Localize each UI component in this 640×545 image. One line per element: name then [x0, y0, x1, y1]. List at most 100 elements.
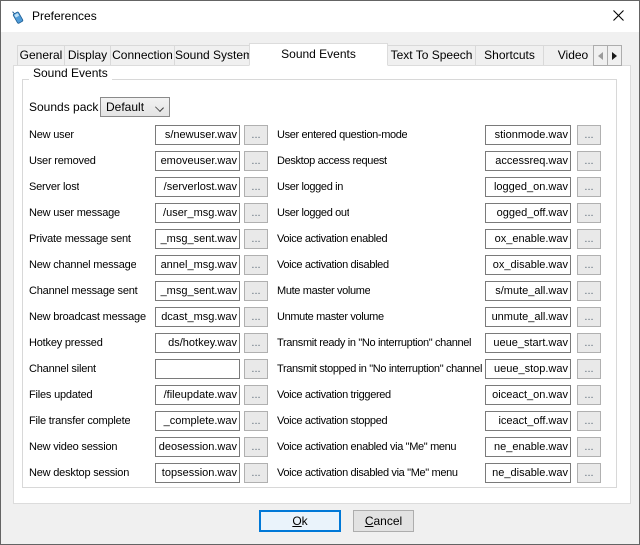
sound-file-input[interactable]: _msg_sent.wav	[155, 281, 240, 301]
browse-button[interactable]: ...	[577, 463, 601, 483]
chevron-down-icon	[155, 103, 164, 112]
tab-scroll-left-button[interactable]	[593, 45, 608, 66]
sounds-pack-select[interactable]: Default	[100, 97, 170, 117]
browse-button[interactable]: ...	[577, 281, 601, 301]
tab-text-to-speech[interactable]: Text To Speech	[387, 45, 476, 66]
browse-button[interactable]: ...	[244, 229, 268, 249]
sound-event-row: New video session deosession.wav ... Voi…	[14, 437, 632, 457]
browse-button[interactable]: ...	[244, 151, 268, 171]
app-icon	[10, 9, 26, 25]
sound-file-input[interactable]: /user_msg.wav	[155, 203, 240, 223]
event-label: Voice activation enabled via "Me" menu	[277, 437, 456, 457]
event-label: Voice activation disabled via "Me" menu	[277, 463, 458, 483]
sound-file-input[interactable]: s/mute_all.wav	[485, 281, 571, 301]
sound-file-input[interactable]: deosession.wav	[155, 437, 240, 457]
browse-button[interactable]: ...	[577, 255, 601, 275]
sound-file-input[interactable]: s/newuser.wav	[155, 125, 240, 145]
browse-button[interactable]: ...	[577, 333, 601, 353]
browse-button[interactable]: ...	[244, 125, 268, 145]
browse-button[interactable]: ...	[244, 281, 268, 301]
tab-display[interactable]: Display	[64, 45, 111, 66]
tab-bar: GeneralDisplayConnectionSound SystemSoun…	[17, 43, 594, 66]
browse-button[interactable]: ...	[577, 151, 601, 171]
browse-button[interactable]: ...	[244, 437, 268, 457]
sound-event-row: New desktop session topsession.wav ... V…	[14, 463, 632, 483]
browse-button[interactable]: ...	[577, 385, 601, 405]
event-label: New broadcast message	[29, 307, 146, 327]
browse-button[interactable]: ...	[577, 125, 601, 145]
browse-button[interactable]: ...	[577, 437, 601, 457]
tab-sound-system[interactable]: Sound System	[174, 45, 250, 66]
sound-file-input[interactable]: _complete.wav	[155, 411, 240, 431]
browse-button[interactable]: ...	[577, 229, 601, 249]
sound-file-input[interactable]: /fileupdate.wav	[155, 385, 240, 405]
tab-general[interactable]: General	[17, 45, 65, 66]
sound-file-input[interactable]	[155, 359, 240, 379]
sound-file-input[interactable]: annel_msg.wav	[155, 255, 240, 275]
cancel-button[interactable]: Cancel	[353, 510, 414, 532]
sound-file-input[interactable]: dcast_msg.wav	[155, 307, 240, 327]
tab-sound-events[interactable]: Sound Events	[249, 43, 388, 66]
browse-button[interactable]: ...	[244, 333, 268, 353]
event-label: Channel message sent	[29, 281, 138, 301]
scroll-left-icon	[598, 52, 603, 60]
sound-event-row: New broadcast message dcast_msg.wav ... …	[14, 307, 632, 327]
tab-scroll-right-button[interactable]	[607, 45, 622, 66]
sound-file-input[interactable]: ds/hotkey.wav	[155, 333, 240, 353]
sound-event-row: New user s/newuser.wav ... User entered …	[14, 125, 632, 145]
sound-file-input[interactable]: ne_enable.wav	[485, 437, 571, 457]
sound-file-input[interactable]: oiceact_on.wav	[485, 385, 571, 405]
sound-file-input[interactable]: ueue_start.wav	[485, 333, 571, 353]
sound-event-row: Channel silent ... Transmit stopped in "…	[14, 359, 632, 379]
browse-button[interactable]: ...	[577, 307, 601, 327]
browse-button[interactable]: ...	[244, 385, 268, 405]
sound-event-row: Channel message sent _msg_sent.wav ... M…	[14, 281, 632, 301]
sound-file-input[interactable]: ox_disable.wav	[485, 255, 571, 275]
event-label: Server lost	[29, 177, 79, 197]
sound-file-input[interactable]: ueue_stop.wav	[485, 359, 571, 379]
browse-button[interactable]: ...	[577, 177, 601, 197]
browse-button[interactable]: ...	[244, 307, 268, 327]
sound-file-input[interactable]: topsession.wav	[155, 463, 240, 483]
browse-button[interactable]: ...	[577, 359, 601, 379]
tab-video[interactable]: Video	[543, 45, 594, 66]
ok-button[interactable]: Ok	[259, 510, 341, 532]
sound-file-input[interactable]: ne_disable.wav	[485, 463, 571, 483]
sound-file-input[interactable]: unmute_all.wav	[485, 307, 571, 327]
close-button[interactable]	[601, 2, 635, 30]
browse-button[interactable]: ...	[577, 203, 601, 223]
event-label: Voice activation disabled	[277, 255, 389, 275]
sound-file-input[interactable]: logged_on.wav	[485, 177, 571, 197]
tab-connection[interactable]: Connection	[110, 45, 175, 66]
sounds-pack-value: Default	[106, 100, 144, 114]
event-label: Files updated	[29, 385, 92, 405]
event-label: Voice activation enabled	[277, 229, 387, 249]
sound-file-input[interactable]: stionmode.wav	[485, 125, 571, 145]
tab-shortcuts[interactable]: Shortcuts	[475, 45, 544, 66]
sounds-pack-label: Sounds pack	[29, 97, 98, 117]
tab-scroll-buttons	[594, 45, 622, 66]
event-label: New video session	[29, 437, 117, 457]
event-label: User entered question-mode	[277, 125, 407, 145]
sound-file-input[interactable]: ogged_off.wav	[485, 203, 571, 223]
sound-file-input[interactable]: ox_enable.wav	[485, 229, 571, 249]
event-label: User logged out	[277, 203, 349, 223]
sound-file-input[interactable]: iceact_off.wav	[485, 411, 571, 431]
browse-button[interactable]: ...	[244, 203, 268, 223]
event-label: Mute master volume	[277, 281, 370, 301]
sound-event-row: Server lost /serverlost.wav ... User log…	[14, 177, 632, 197]
event-label: New desktop session	[29, 463, 129, 483]
sound-event-row: User removed emoveuser.wav ... Desktop a…	[14, 151, 632, 171]
browse-button[interactable]: ...	[244, 177, 268, 197]
browse-button[interactable]: ...	[244, 463, 268, 483]
sound-file-input[interactable]: emoveuser.wav	[155, 151, 240, 171]
event-label: New channel message	[29, 255, 136, 275]
browse-button[interactable]: ...	[244, 411, 268, 431]
sound-file-input[interactable]: _msg_sent.wav	[155, 229, 240, 249]
event-label: File transfer complete	[29, 411, 130, 431]
browse-button[interactable]: ...	[244, 359, 268, 379]
sound-file-input[interactable]: accessreq.wav	[485, 151, 571, 171]
browse-button[interactable]: ...	[244, 255, 268, 275]
sound-file-input[interactable]: /serverlost.wav	[155, 177, 240, 197]
browse-button[interactable]: ...	[577, 411, 601, 431]
